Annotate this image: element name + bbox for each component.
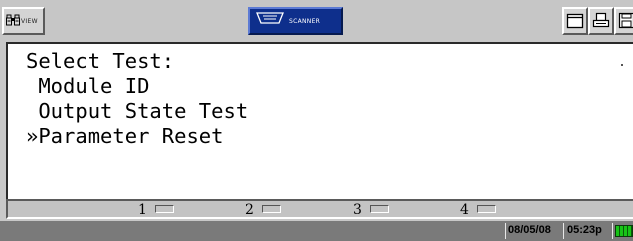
scanner-label: SCANNER xyxy=(289,18,321,25)
status-separator xyxy=(612,223,613,239)
window-button[interactable] xyxy=(562,7,588,35)
window-icon xyxy=(566,13,584,29)
toolbar: VIEW SCANNER xyxy=(0,0,633,40)
screen-dot xyxy=(621,64,623,66)
fkey-3-label: 3 xyxy=(353,202,362,218)
fkey-1-label: 1 xyxy=(138,202,147,218)
print-button[interactable] xyxy=(588,7,614,35)
printer-icon xyxy=(592,12,610,28)
menu-item-module-id[interactable]: Module ID xyxy=(26,74,149,98)
menu-item-parameter-reset[interactable]: »Parameter Reset xyxy=(26,124,223,148)
status-bar: 08/05/08 05:23p xyxy=(0,221,633,241)
function-key-bar: 1 2 3 4 xyxy=(6,199,633,219)
menu-item-output-state-test[interactable]: Output State Test xyxy=(26,99,248,123)
test-select-screen: Select Test: Module ID Output State Test… xyxy=(6,42,633,199)
view-label: VIEW xyxy=(21,18,38,25)
status-date: 08/05/08 xyxy=(508,224,551,236)
view-button[interactable]: VIEW xyxy=(2,7,45,35)
fkey-1-button[interactable] xyxy=(155,205,174,213)
fkey-4-button[interactable] xyxy=(477,205,496,213)
scanner-button[interactable]: SCANNER xyxy=(248,7,343,35)
save-icon xyxy=(618,12,633,29)
battery-icon xyxy=(615,225,633,237)
status-separator xyxy=(505,223,506,239)
fkey-4-label: 4 xyxy=(460,202,469,218)
status-separator xyxy=(563,223,564,239)
fkey-2-label: 2 xyxy=(245,202,254,218)
status-time: 05:23p xyxy=(567,224,602,236)
binoculars-icon xyxy=(6,14,20,26)
connector-icon xyxy=(256,12,284,24)
fkey-2-button[interactable] xyxy=(262,205,281,213)
fkey-3-button[interactable] xyxy=(370,205,389,213)
save-button[interactable] xyxy=(614,7,633,35)
screen-title: Select Test: xyxy=(26,49,175,73)
